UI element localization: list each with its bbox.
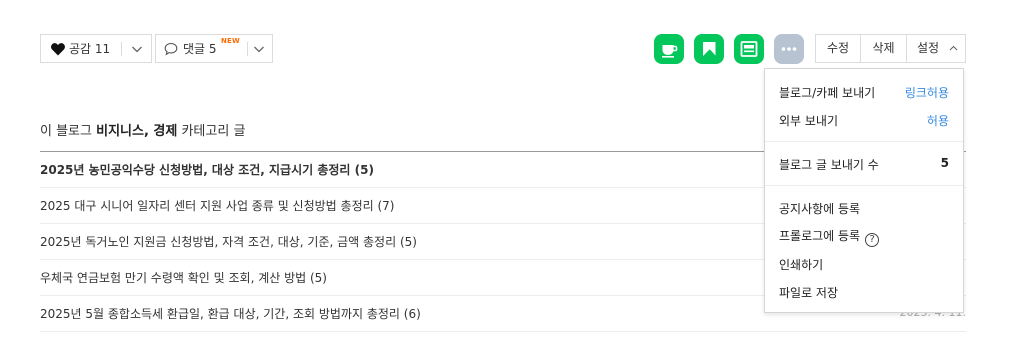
chevron-down-icon[interactable]	[253, 43, 265, 55]
menu-item-prologue[interactable]: 프롤로그에 등록?	[779, 227, 880, 247]
post-title[interactable]: 2025년 독거노인 지원금 신청방법, 자격 조건, 대상, 기준, 금액 총…	[40, 233, 417, 250]
like-button[interactable]: 공감 11	[40, 34, 152, 63]
delete-button[interactable]: 삭제	[860, 34, 907, 63]
heart-icon	[51, 43, 65, 56]
comment-label: 댓글 5	[183, 42, 217, 56]
kakao-icon	[703, 42, 716, 56]
category-prefix: 이 블로그	[40, 124, 97, 139]
more-icon	[781, 47, 797, 51]
speech-bubble-icon	[164, 42, 178, 56]
chevron-down-icon[interactable]	[131, 43, 143, 55]
external-share-value[interactable]: 허용	[927, 112, 949, 129]
category-name[interactable]: 비지니스, 경제	[96, 124, 177, 139]
chevron-up-icon	[949, 45, 958, 51]
like-label: 공감 11	[69, 42, 111, 56]
post-title[interactable]: 2025년 5월 종합소득세 환급일, 환급 대상, 기간, 조회 방법까지 총…	[40, 305, 421, 322]
cafe-share-button[interactable]	[654, 34, 684, 64]
menu-item-blog-cafe-share[interactable]: 블로그/카페 보내기	[779, 84, 875, 101]
news-icon	[740, 41, 758, 57]
post-title[interactable]: 2025 대구 시니어 일자리 센터 지원 사업 종류 및 신청방법 총정리 (…	[40, 197, 394, 214]
news-share-button[interactable]	[734, 34, 764, 64]
cafe-icon	[662, 45, 678, 58]
menu-item-share-count: 블로그 글 보내기 수	[779, 158, 879, 172]
divider	[765, 185, 963, 186]
divider	[765, 141, 963, 142]
menu-item-notice[interactable]: 공지사항에 등록	[779, 200, 860, 217]
divider	[247, 42, 248, 56]
kakao-share-button[interactable]	[694, 34, 724, 64]
category-heading: 이 블로그 비지니스, 경제 카테고리 글	[40, 120, 245, 139]
share-count-value: 5	[940, 156, 949, 170]
edit-button[interactable]: 수정	[815, 34, 861, 63]
post-title[interactable]: 우체국 연금보험 만기 수령액 확인 및 조회, 계산 방법 (5)	[40, 269, 327, 286]
menu-item-print[interactable]: 인쇄하기	[779, 256, 823, 273]
divider	[121, 42, 122, 56]
settings-label: 설정	[917, 41, 940, 55]
prologue-label: 프롤로그에 등록	[779, 229, 861, 243]
help-icon[interactable]: ?	[865, 233, 880, 247]
settings-dropdown-menu: 블로그/카페 보내기 링크허용 외부 보내기 허용 블로그 글 보내기 수 5 …	[764, 68, 964, 313]
post-title[interactable]: 2025년 농민공익수당 신청방법, 대상 조건, 지급시기 총정리 (5)	[40, 161, 374, 178]
category-suffix: 카테고리 글	[177, 124, 246, 139]
blog-cafe-share-value[interactable]: 링크허용	[905, 84, 949, 101]
new-badge: NEW	[221, 37, 240, 45]
comment-button[interactable]: 댓글 5 NEW	[155, 34, 273, 63]
menu-item-external-share[interactable]: 외부 보내기	[779, 112, 838, 129]
more-share-button[interactable]	[774, 34, 804, 64]
settings-button[interactable]: 설정	[906, 34, 966, 63]
menu-item-save-file[interactable]: 파일로 저장	[779, 284, 838, 301]
